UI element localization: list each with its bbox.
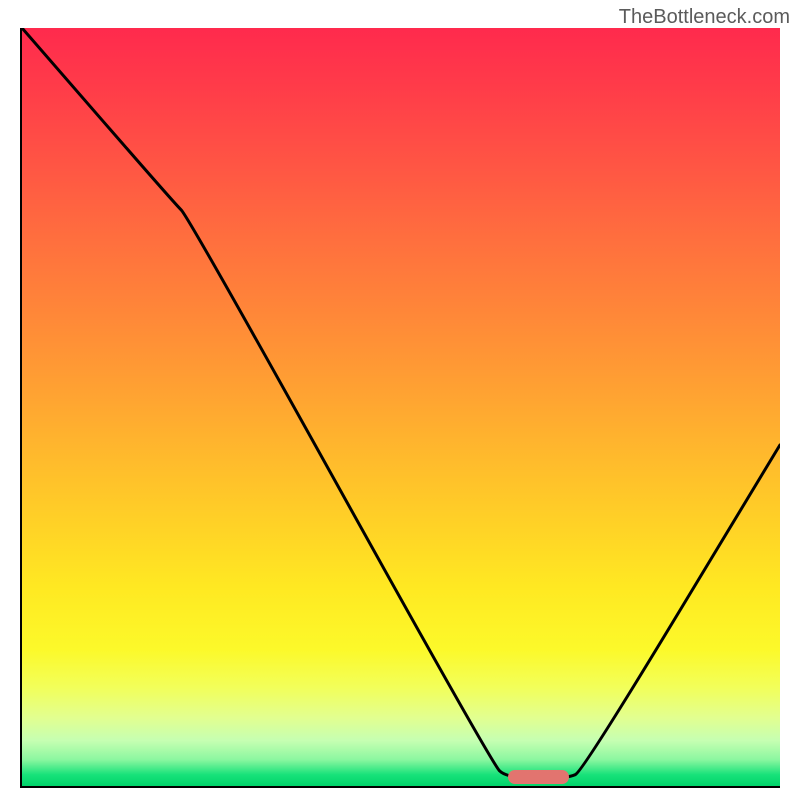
curve-svg [22, 28, 780, 786]
bottleneck-curve [22, 28, 780, 778]
plot-area [20, 28, 780, 788]
optimal-marker [508, 770, 569, 784]
chart-container: TheBottleneck.com [0, 0, 800, 800]
watermark-text: TheBottleneck.com [619, 6, 790, 29]
